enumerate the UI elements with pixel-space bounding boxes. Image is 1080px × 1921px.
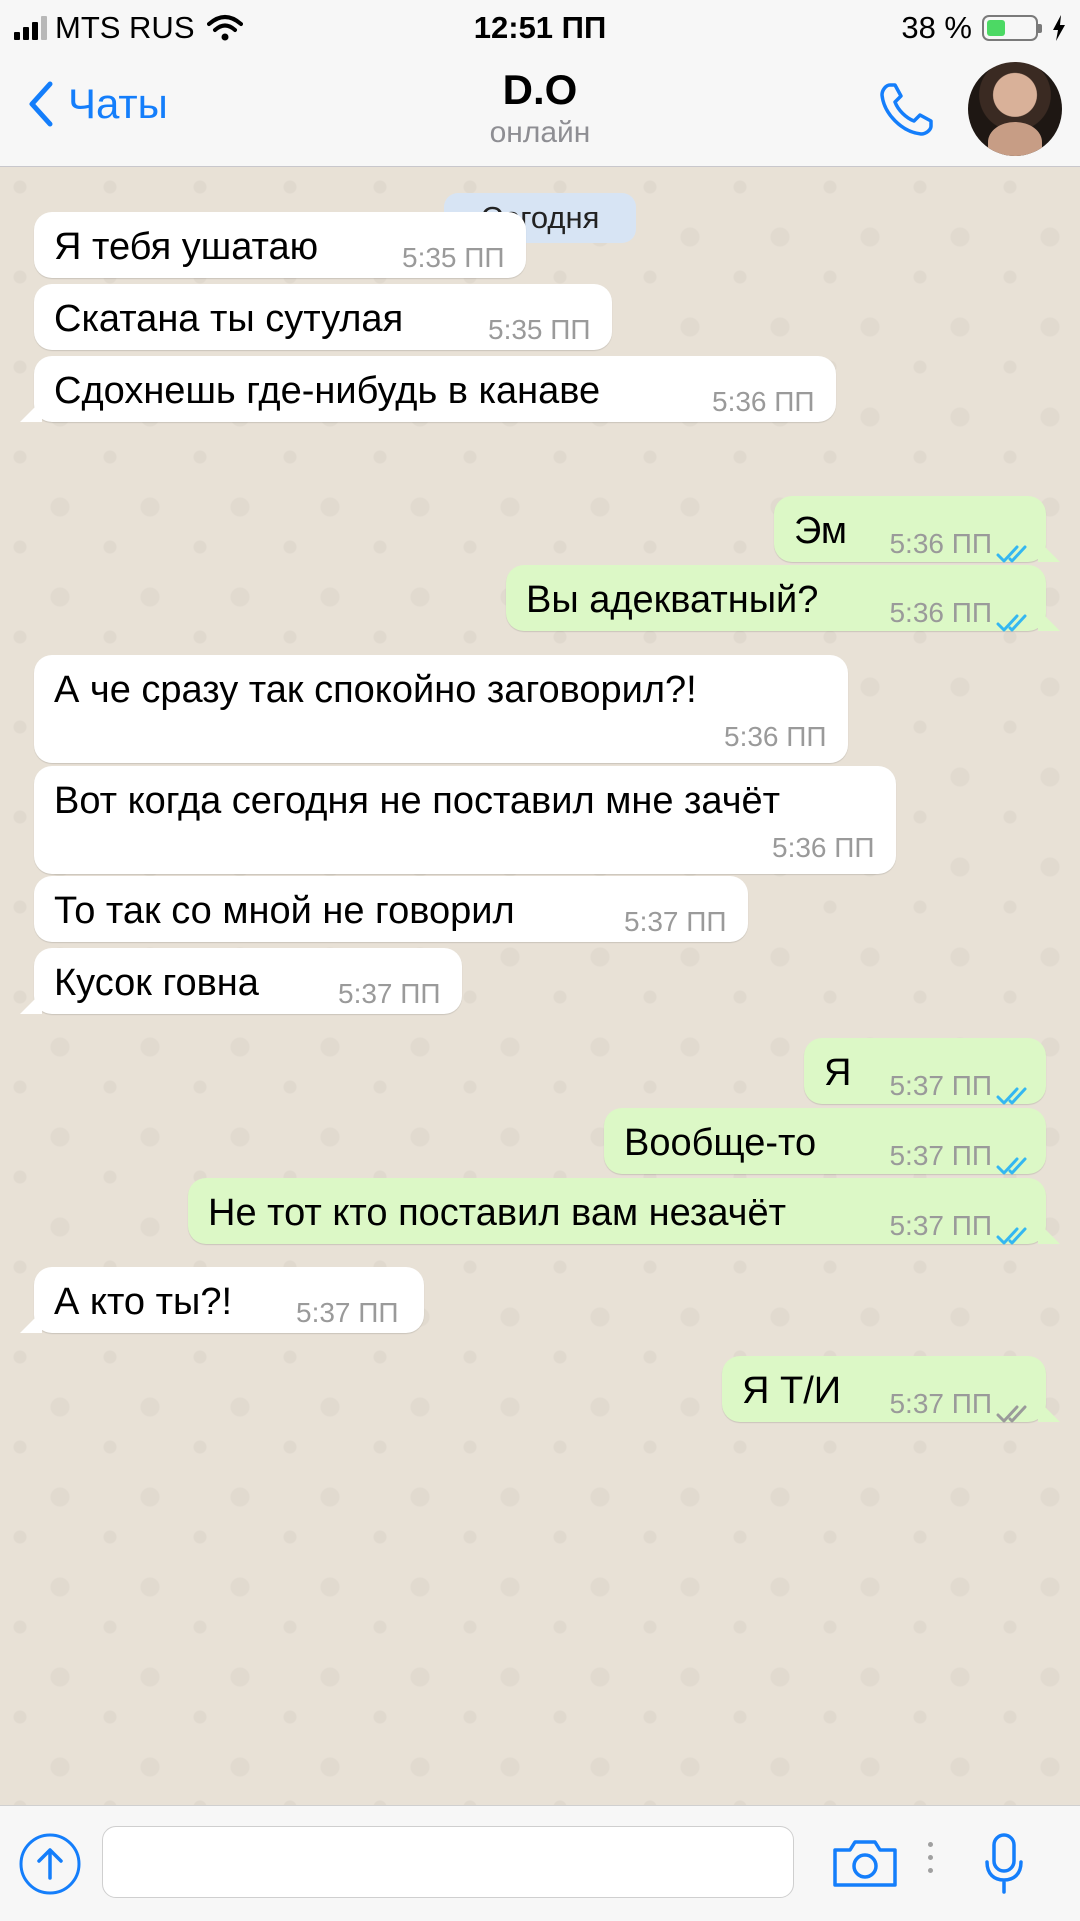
outgoing-message[interactable]: Вообще-то 5:37 ПП bbox=[604, 1108, 1046, 1175]
message-time: 5:36 ПП bbox=[772, 832, 875, 863]
message-time: 5:36 ПП bbox=[889, 528, 992, 559]
battery-fill bbox=[987, 20, 1005, 36]
message-text: Я bbox=[824, 1052, 852, 1094]
message-text: Не тот кто поставил вам незачёт bbox=[208, 1192, 786, 1234]
incoming-message[interactable]: Вот когда сегодня не поставил мне зачёт 5… bbox=[34, 766, 896, 874]
status-bar: MTS RUS 12:51 ПП 38 % bbox=[0, 0, 1080, 54]
mic-button[interactable] bbox=[984, 1832, 1024, 1901]
message-text: Вы адекватный? bbox=[526, 579, 819, 621]
message-text: То так со мной не говорил bbox=[54, 890, 515, 932]
message-text: Скатана ты сутулая bbox=[54, 298, 404, 340]
message-time: 5:36 ПП bbox=[712, 386, 815, 417]
message-time: 5:37 ПП bbox=[889, 1070, 992, 1101]
message-time: 5:37 ПП bbox=[624, 906, 727, 937]
outgoing-message[interactable]: Я Т/И 5:37 ПП bbox=[722, 1356, 1046, 1423]
battery-icon bbox=[982, 15, 1042, 41]
more-divider-icon bbox=[928, 1842, 934, 1881]
message-text: Сдохнешь где-нибудь в канаве bbox=[54, 370, 601, 412]
message-text: А кто ты?! bbox=[54, 1281, 233, 1323]
message-text: Вот когда сегодня не поставил мне зачёт bbox=[54, 780, 781, 822]
call-button[interactable] bbox=[876, 80, 936, 145]
message-input[interactable] bbox=[102, 1826, 794, 1898]
phone-icon bbox=[880, 83, 933, 136]
message-list: Сегодня Я тебя ушатаю 5:35 ПП Скатана ты с… bbox=[0, 167, 1080, 1805]
message-time: 5:37 ПП bbox=[889, 1210, 992, 1241]
battery-info: 38 % bbox=[901, 10, 1066, 46]
message-time: 5:35 ПП bbox=[488, 314, 591, 345]
chat-header: Чаты D.O онлайн bbox=[0, 54, 1080, 167]
message-text: Я тебя ушатаю bbox=[54, 226, 319, 268]
attach-button[interactable] bbox=[18, 1832, 82, 1901]
camera-icon bbox=[833, 1840, 897, 1887]
outgoing-message[interactable]: Вы адекватный? 5:36 ПП bbox=[506, 565, 1046, 632]
incoming-message[interactable]: Кусок говна 5:37 ПП bbox=[34, 948, 462, 1014]
incoming-message[interactable]: Сдохнешь где-нибудь в канаве 5:36 ПП bbox=[34, 356, 836, 422]
message-text: Эм bbox=[794, 510, 848, 552]
message-time: 5:37 ПП bbox=[296, 1297, 399, 1328]
arrow-up-circle-icon bbox=[19, 1833, 81, 1895]
camera-button[interactable] bbox=[832, 1838, 898, 1893]
outgoing-message[interactable]: Не тот кто поставил вам незачёт 5:37 ПП bbox=[188, 1178, 1046, 1245]
battery-percent: 38 % bbox=[901, 10, 972, 45]
charging-icon bbox=[1053, 15, 1065, 41]
message-time: 5:37 ПП bbox=[338, 978, 441, 1009]
microphone-icon bbox=[985, 1833, 1023, 1894]
message-text: А че сразу так спокойно заговорил?! bbox=[54, 669, 697, 711]
incoming-message[interactable]: То так со мной не говорил 5:37 ПП bbox=[34, 876, 748, 942]
outgoing-message[interactable]: Я 5:37 ПП bbox=[804, 1038, 1046, 1105]
outgoing-message[interactable]: Эм 5:36 ПП bbox=[774, 496, 1046, 563]
double-check-gray-icon bbox=[996, 1392, 1036, 1435]
incoming-message[interactable]: А че сразу так спокойно заговорил?! 5:36 … bbox=[34, 655, 848, 763]
input-bar bbox=[0, 1805, 1080, 1921]
message-time: 5:37 ПП bbox=[889, 1140, 992, 1171]
message-text: Вообще-то bbox=[624, 1122, 817, 1164]
contact-avatar[interactable] bbox=[968, 62, 1062, 156]
double-check-blue-icon bbox=[996, 601, 1036, 644]
message-time: 5:35 ПП bbox=[402, 242, 505, 273]
message-time: 5:36 ПП bbox=[724, 721, 827, 752]
message-text: Я Т/И bbox=[742, 1370, 842, 1412]
incoming-message[interactable]: Я тебя ушатаю 5:35 ПП bbox=[34, 212, 526, 278]
double-check-blue-icon bbox=[996, 1214, 1036, 1257]
incoming-message[interactable]: Скатана ты сутулая 5:35 ПП bbox=[34, 284, 612, 350]
message-time: 5:37 ПП bbox=[889, 1388, 992, 1419]
incoming-message[interactable]: А кто ты?! 5:37 ПП bbox=[34, 1267, 424, 1333]
message-time: 5:36 ПП bbox=[889, 597, 992, 628]
message-text: Кусок говна bbox=[54, 962, 259, 1004]
